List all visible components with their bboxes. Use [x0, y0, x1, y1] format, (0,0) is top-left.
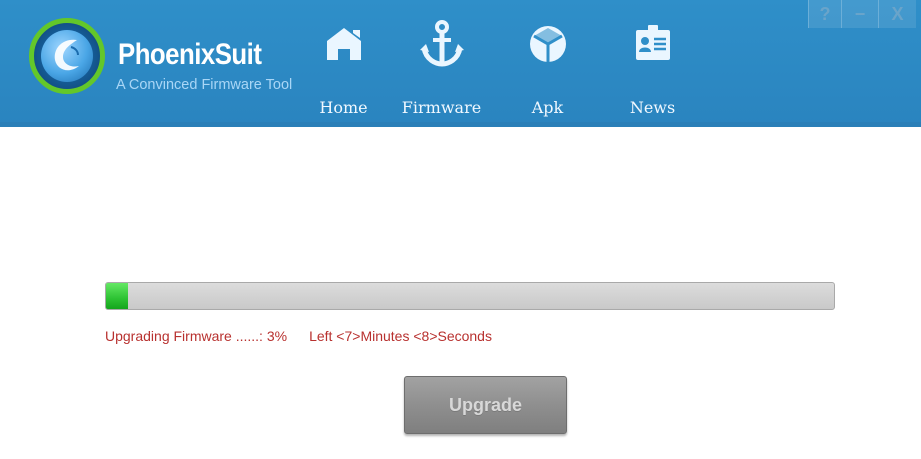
nav-home-label: Home — [319, 98, 368, 117]
box-icon — [520, 16, 576, 72]
app-subtitle: A Convinced Firmware Tool — [116, 77, 293, 93]
nav-home[interactable]: Home — [296, 16, 391, 121]
header-divider — [0, 122, 921, 127]
progress-fill — [106, 283, 128, 309]
help-button[interactable]: ? — [808, 0, 841, 28]
upgrade-button[interactable]: Upgrade — [404, 376, 567, 434]
nav-apk[interactable]: Apk — [500, 16, 595, 121]
app-title: PhoenixSuit — [118, 38, 262, 71]
nav-news[interactable]: News — [605, 16, 700, 121]
time-left-text: Left <7>Minutes <8>Seconds — [309, 328, 492, 344]
news-icon — [625, 16, 681, 72]
nav-firmware[interactable]: Firmware — [394, 16, 489, 121]
phoenix-logo-inner-icon — [41, 30, 93, 82]
app-header: PhoenixSuit A Convinced Firmware Tool Ho… — [0, 0, 921, 127]
nav-apk-label: Apk — [531, 98, 564, 117]
nav-firmware-label: Firmware — [401, 98, 482, 117]
upgrade-status-text: Upgrading Firmware ......: 3% — [105, 328, 288, 344]
close-button[interactable]: X — [878, 0, 916, 28]
home-icon — [316, 16, 372, 72]
window-controls: ? − X — [808, 0, 916, 28]
minimize-button[interactable]: − — [841, 0, 878, 28]
nav-news-label: News — [629, 98, 676, 117]
upgrade-status: Upgrading Firmware ......: 3% Left <7>Min… — [105, 328, 492, 344]
anchor-icon — [414, 16, 470, 72]
firmware-progress-bar — [105, 282, 835, 310]
